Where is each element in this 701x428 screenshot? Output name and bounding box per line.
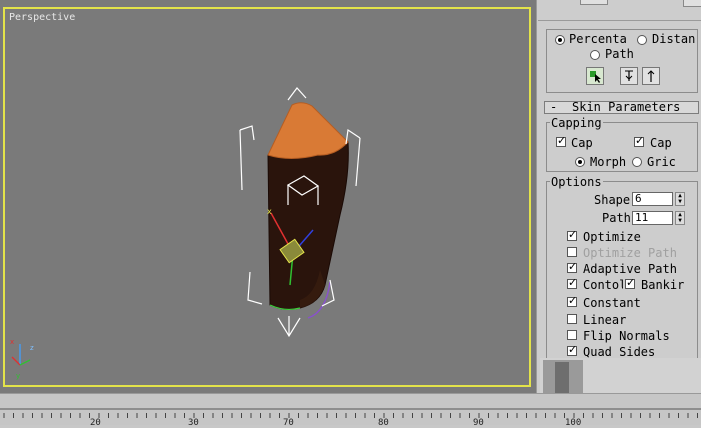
quad-sides-label: Quad Sides [583, 345, 656, 359]
loft-cap [267, 102, 349, 159]
optimize-path-checkbox[interactable] [567, 247, 577, 257]
svg-text:x: x [267, 207, 272, 216]
panel-top-strip [538, 0, 701, 21]
svg-text:x: x [10, 338, 14, 346]
grid-label: Gric [647, 155, 676, 169]
ruler-tick-label: 90 [473, 418, 484, 428]
adaptive-path-checkbox[interactable] [567, 260, 577, 273]
distance-label: Distan [652, 32, 696, 46]
shape-steps-input[interactable]: 6 [632, 192, 673, 206]
rollout-collapse-symbol[interactable]: - [550, 100, 557, 114]
optimize-shapes-checkbox[interactable] [567, 228, 577, 241]
cap-start-checkbox[interactable] [556, 134, 566, 147]
svg-text:z: z [30, 344, 34, 352]
contour-checkbox[interactable] [567, 276, 577, 289]
viewport-scene[interactable]: x x z y [0, 0, 536, 393]
linear-interpolation-label: Linear [583, 313, 627, 327]
path-steps-label: Path [602, 211, 631, 225]
cap-end-checkbox[interactable] [634, 134, 644, 147]
quad-sides-checkbox[interactable] [567, 343, 577, 356]
pick-path-icon[interactable] [586, 67, 604, 85]
ruler-tick-label: 30 [188, 418, 199, 428]
ruler-tick-label: 100 [565, 418, 582, 428]
grid-radio[interactable] [632, 157, 642, 167]
flip-normals-label: Flip Normals [583, 329, 670, 343]
ruler-tick-label: 20 [90, 418, 101, 428]
capping-title: Capping [550, 116, 603, 130]
path-steps-input[interactable]: 11 [632, 211, 673, 225]
previous-shape-icon[interactable] [620, 67, 638, 85]
optimize-path-label: Optimize Path [583, 246, 677, 260]
ruler-tick-label: 80 [378, 418, 389, 428]
cap-start-label: Cap [571, 136, 593, 150]
next-shape-icon[interactable] [642, 67, 660, 85]
adaptive-path-label: Adaptive Path [583, 262, 677, 276]
loft-object[interactable] [267, 102, 349, 319]
constant-cross-section-checkbox[interactable] [567, 294, 577, 307]
path-steps-label: Path [605, 47, 634, 61]
cap-end-label: Cap [650, 136, 672, 150]
svg-text:y: y [16, 372, 20, 380]
morph-radio[interactable] [575, 157, 585, 167]
ruler-tick-label: 70 [283, 418, 294, 428]
banking-label: Bankir [641, 278, 685, 292]
contour-label: Contol [583, 278, 623, 292]
linear-interpolation-checkbox[interactable] [567, 314, 577, 324]
path-steps-radio[interactable] [590, 50, 600, 60]
banking-checkbox[interactable] [625, 276, 635, 289]
options-title: Options [550, 175, 603, 189]
panel-button-stub[interactable] [580, 0, 608, 5]
distance-radio[interactable] [637, 35, 647, 45]
axis-tripod-icon: x z y [10, 338, 34, 380]
rollout-title[interactable]: Skin Parameters [572, 100, 680, 114]
flip-normals-checkbox[interactable] [567, 330, 577, 340]
frame-ruler[interactable] [0, 408, 701, 425]
optimize-shapes-label: Optimize [583, 230, 641, 244]
shape-steps-spinner[interactable]: ▲ ▼ [675, 192, 685, 206]
morph-label: Morph [590, 155, 627, 169]
shape-steps-label: Shape [594, 193, 631, 207]
path-steps-spinner[interactable]: ▲ ▼ [675, 211, 685, 225]
panel-button-stub-2[interactable] [683, 0, 701, 7]
percentage-radio[interactable] [555, 35, 565, 45]
percentage-label: Percenta [569, 32, 627, 46]
constant-cross-section-label: Constant [583, 296, 641, 310]
